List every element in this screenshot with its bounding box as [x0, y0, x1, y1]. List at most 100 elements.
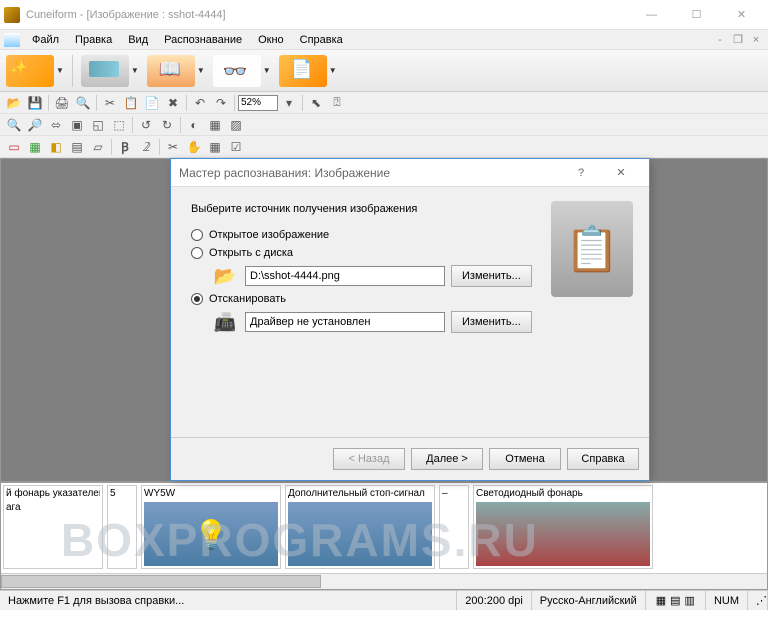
thumb-label: 5 [110, 488, 134, 502]
minimize-button[interactable]: — [629, 1, 674, 29]
zoom-input[interactable] [238, 95, 278, 111]
despeckle-icon[interactable]: ▦ [205, 116, 225, 134]
copy-icon[interactable]: 📋 [121, 94, 141, 112]
thumb-label: ага [6, 502, 100, 516]
mdi-restore[interactable]: ❐ [730, 33, 746, 47]
standard-toolbar: 📂 💾 🖨 🔍 ✂ 📋 📄 ✖ ↶ ↷ ▾ ⬉ ⍰ [0, 92, 768, 114]
blocks-toggle-icon[interactable]: ☑ [226, 138, 246, 156]
paste-icon[interactable]: 📄 [142, 94, 162, 112]
wizard-button[interactable]: ▼ [4, 53, 66, 89]
zoom-region-icon[interactable]: ⬚ [109, 116, 129, 134]
menu-window[interactable]: Окно [250, 32, 292, 48]
save-button[interactable]: ▼ [277, 53, 339, 89]
layout-icon-2[interactable]: ▤ [670, 594, 680, 607]
block-del-icon[interactable]: ▱ [88, 138, 108, 156]
thumb-label: й фонарь указателей [6, 488, 100, 502]
grid-icon[interactable]: ▦ [205, 138, 225, 156]
statusbar: Нажмите F1 для вызова справки... 200:200… [0, 590, 768, 610]
print-icon[interactable]: 🖨 [52, 94, 72, 112]
block-table-icon[interactable]: ▦ [25, 138, 45, 156]
recognize-button[interactable]: ▼ [211, 53, 273, 89]
maximize-button[interactable]: ☐ [674, 1, 719, 29]
radio-scan[interactable] [191, 293, 203, 305]
change-scan-button[interactable]: Изменить... [451, 311, 532, 333]
back-button[interactable]: < Назад [333, 448, 405, 470]
mdi-close[interactable]: × [748, 33, 764, 47]
open-icon[interactable]: 📂 [4, 94, 24, 112]
status-grip: ⋰ [748, 591, 768, 610]
thumb-6[interactable]: Светодиодный фонарь [473, 485, 653, 569]
cancel-button[interactable]: Отмена [489, 448, 561, 470]
status-num: NUM [706, 591, 748, 610]
font-b-icon[interactable]: Ꞵ [115, 138, 135, 156]
zoom-in-icon[interactable]: 🔍 [4, 116, 24, 134]
block-text-icon[interactable]: ▭ [4, 138, 24, 156]
thumbs: й фонарь указателей ага 5 WY5W 💡 Дополни… [1, 483, 655, 571]
scan-button[interactable]: ▼ [79, 53, 141, 89]
menu-recognize[interactable]: Распознавание [156, 32, 250, 48]
thumb-label: WY5W [144, 488, 278, 502]
thumb-1[interactable]: й фонарь указателей ага [3, 485, 103, 569]
thumb-label: – [442, 488, 466, 502]
blocks-toolbar: ▭ ▦ ◧ ▤ ▱ Ꞵ 𝟚 ✂ ✋ ▦ ☑ [0, 136, 768, 158]
clipboard-image-icon: 📋 [551, 201, 633, 297]
rotate-r-icon[interactable]: ↻ [157, 116, 177, 134]
radio-opened-image[interactable] [191, 229, 203, 241]
block-barcode-icon[interactable]: ▤ [67, 138, 87, 156]
thumb-4[interactable]: Дополнительный стоп-сигнал [285, 485, 435, 569]
zoom-out-icon[interactable]: 🔎 [25, 116, 45, 134]
next-button[interactable]: Далее > [411, 448, 483, 470]
radio-opened-label: Открытое изображение [209, 229, 329, 241]
zoom-toolbar: 🔍 🔎 ⬄ ▣ ◱ ⬚ ↺ ↻ ◐ ▦ ▨ [0, 114, 768, 136]
dialog-help-button[interactable]: ? [561, 167, 601, 179]
rotate-l-icon[interactable]: ↺ [136, 116, 156, 134]
radio-open-disk[interactable] [191, 247, 203, 259]
cut-v-icon[interactable]: ✂ [163, 138, 183, 156]
menu-view[interactable]: Вид [120, 32, 156, 48]
font-i-icon[interactable]: 𝟚 [136, 138, 156, 156]
wizard-dialog: Мастер распознавания: Изображение ? ✕ 📋 … [170, 158, 650, 481]
zoom-dd-icon[interactable]: ▾ [279, 94, 299, 112]
delete-icon[interactable]: ✖ [163, 94, 183, 112]
undo-icon[interactable]: ↶ [190, 94, 210, 112]
thumb-2[interactable]: 5 [107, 485, 137, 569]
invert-icon[interactable]: ◐ [184, 116, 204, 134]
block-image-icon[interactable]: ◧ [46, 138, 66, 156]
layout-icon-3[interactable]: ▥ [685, 594, 695, 607]
pointer-icon[interactable]: ⬉ [306, 94, 326, 112]
layout-button[interactable]: ▼ [145, 53, 207, 89]
disk-path-field[interactable] [245, 266, 445, 286]
thumb-3[interactable]: WY5W 💡 [141, 485, 281, 569]
menu-file[interactable]: Файл [24, 32, 67, 48]
fit-page-icon[interactable]: ▣ [67, 116, 87, 134]
thumb-image: 💡 [144, 502, 278, 566]
help-button[interactable]: Справка [567, 448, 639, 470]
menu-edit[interactable]: Правка [67, 32, 120, 48]
close-button[interactable]: ✕ [719, 1, 764, 29]
menubar: Файл Правка Вид Распознавание Окно Справ… [0, 30, 768, 50]
hand-icon[interactable]: ✋ [184, 138, 204, 156]
change-disk-button[interactable]: Изменить... [451, 265, 532, 287]
titlebar: Cuneiform - [Изображение : sshot-4444] —… [0, 0, 768, 30]
dialog-close-button[interactable]: ✕ [601, 166, 641, 179]
preview-icon[interactable]: 🔍 [73, 94, 93, 112]
save-icon[interactable]: 💾 [25, 94, 45, 112]
dialog-title: Мастер распознавания: Изображение [179, 166, 561, 180]
thumb-5[interactable]: – [439, 485, 469, 569]
fit-width-icon[interactable]: ⬄ [46, 116, 66, 134]
scan-status-field[interactable] [245, 312, 445, 332]
folder-icon: 📂 [211, 265, 239, 287]
redo-icon[interactable]: ↷ [211, 94, 231, 112]
deskew-icon[interactable]: ▨ [226, 116, 246, 134]
thumb-image [288, 502, 432, 566]
status-dpi: 200:200 dpi [457, 591, 532, 610]
main-toolbar: ▼ ▼ ▼ ▼ ▼ [0, 50, 768, 92]
help-icon[interactable]: ⍰ [327, 94, 347, 112]
mdi-minimize[interactable]: - [712, 33, 728, 47]
menu-help[interactable]: Справка [292, 32, 351, 48]
horizontal-scrollbar[interactable] [1, 573, 767, 589]
cut-icon[interactable]: ✂ [100, 94, 120, 112]
actual-icon[interactable]: ◱ [88, 116, 108, 134]
layout-icon-1[interactable]: ▦ [656, 594, 666, 607]
radio-scan-label: Отсканировать [209, 293, 286, 305]
